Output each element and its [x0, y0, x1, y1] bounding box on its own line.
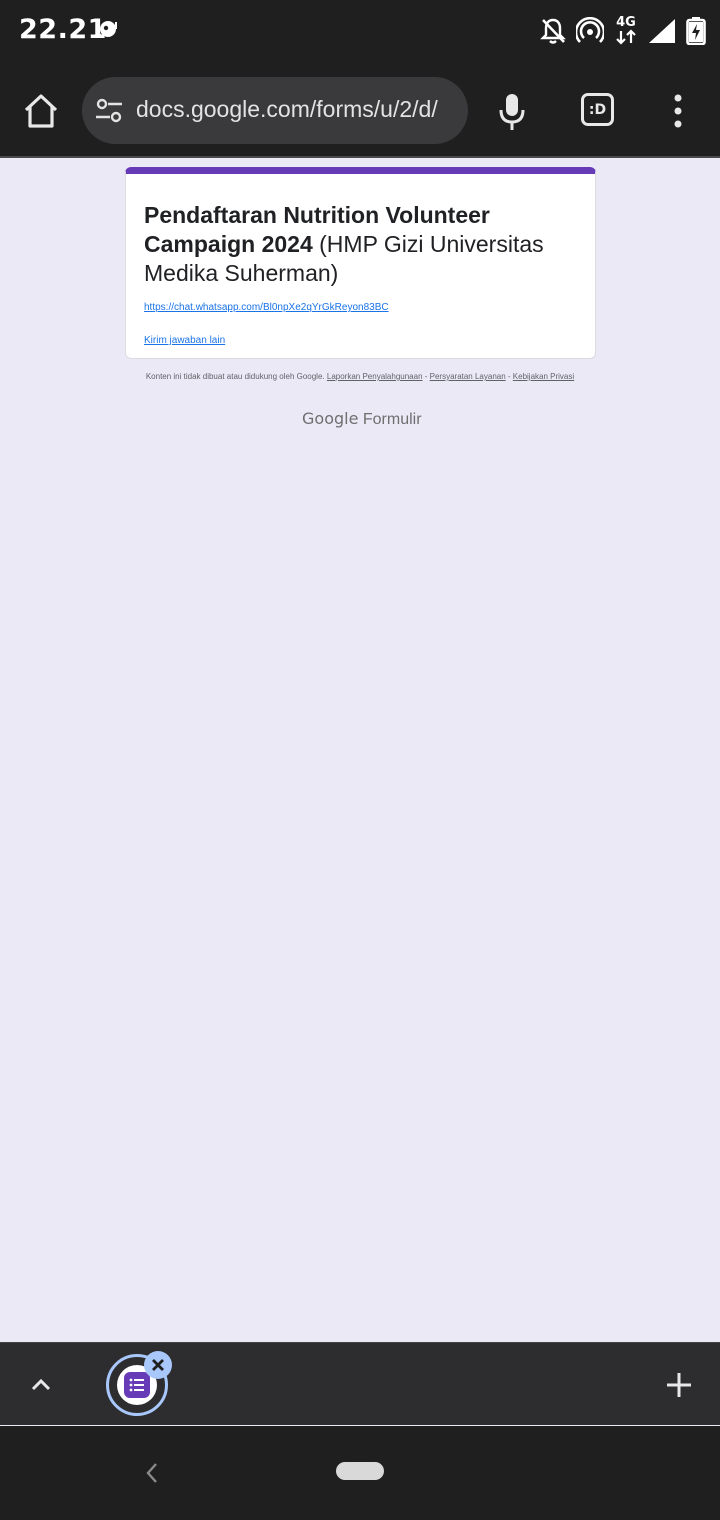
- tab-switcher-button[interactable]: :D: [581, 93, 614, 126]
- back-icon[interactable]: [145, 1462, 159, 1484]
- tab-strip: [0, 1342, 720, 1425]
- status-time: 22.21: [19, 14, 107, 45]
- status-bar: 22.21 4G: [0, 0, 720, 62]
- close-icon: [152, 1359, 164, 1371]
- whatsapp-link[interactable]: https://chat.whatsapp.com/Bl0npXe2qYrGkR…: [144, 302, 389, 313]
- home-pill[interactable]: [336, 1462, 384, 1480]
- mic-icon[interactable]: [497, 92, 527, 132]
- chevron-up-icon[interactable]: [29, 1373, 53, 1397]
- system-nav-bar: [0, 1426, 720, 1520]
- close-tab-button[interactable]: [144, 1351, 172, 1379]
- browser-toolbar: docs.google.com/forms/u/2/d/ :D: [0, 62, 720, 158]
- network-type: 4G: [614, 16, 638, 46]
- url-text[interactable]: docs.google.com/forms/u/2/d/: [136, 96, 456, 123]
- tune-icon[interactable]: [95, 98, 123, 124]
- form-title: Pendaftaran Nutrition Volunteer Campaign…: [144, 201, 574, 288]
- data-arrows-icon: [616, 29, 636, 45]
- plus-icon[interactable]: [666, 1372, 692, 1398]
- report-abuse-link[interactable]: Laporkan Penyalahgunaan: [327, 372, 423, 381]
- form-confirmation-card: Pendaftaran Nutrition Volunteer Campaign…: [125, 167, 596, 359]
- terms-link[interactable]: Persyaratan Layanan: [430, 372, 506, 381]
- more-vert-icon[interactable]: [668, 93, 688, 129]
- privacy-link[interactable]: Kebijakan Privasi: [513, 372, 574, 381]
- hotspot-icon: [576, 17, 604, 43]
- brand-google: Google: [302, 409, 359, 428]
- home-icon[interactable]: [22, 92, 60, 130]
- submit-another-response-link[interactable]: Kirim jawaban lain: [144, 335, 225, 346]
- page-content: Pendaftaran Nutrition Volunteer Campaign…: [0, 160, 720, 1342]
- signal-icon: [649, 19, 675, 43]
- brand-product: Formulir: [362, 411, 422, 428]
- status-icons: 4G: [540, 14, 706, 48]
- notification-icon: [97, 21, 117, 38]
- disclaimer-text: Konten ini tidak dibuat atau didukung ol…: [145, 372, 325, 381]
- footer-disclaimer: Konten ini tidak dibuat atau didukung ol…: [145, 372, 575, 381]
- google-forms-logo[interactable]: Google Formulir: [302, 409, 422, 429]
- google-forms-icon: [124, 1372, 150, 1398]
- dnd-off-bell-icon: [540, 18, 566, 44]
- address-bar[interactable]: docs.google.com/forms/u/2/d/: [82, 77, 468, 144]
- battery-charging-icon: [686, 17, 706, 45]
